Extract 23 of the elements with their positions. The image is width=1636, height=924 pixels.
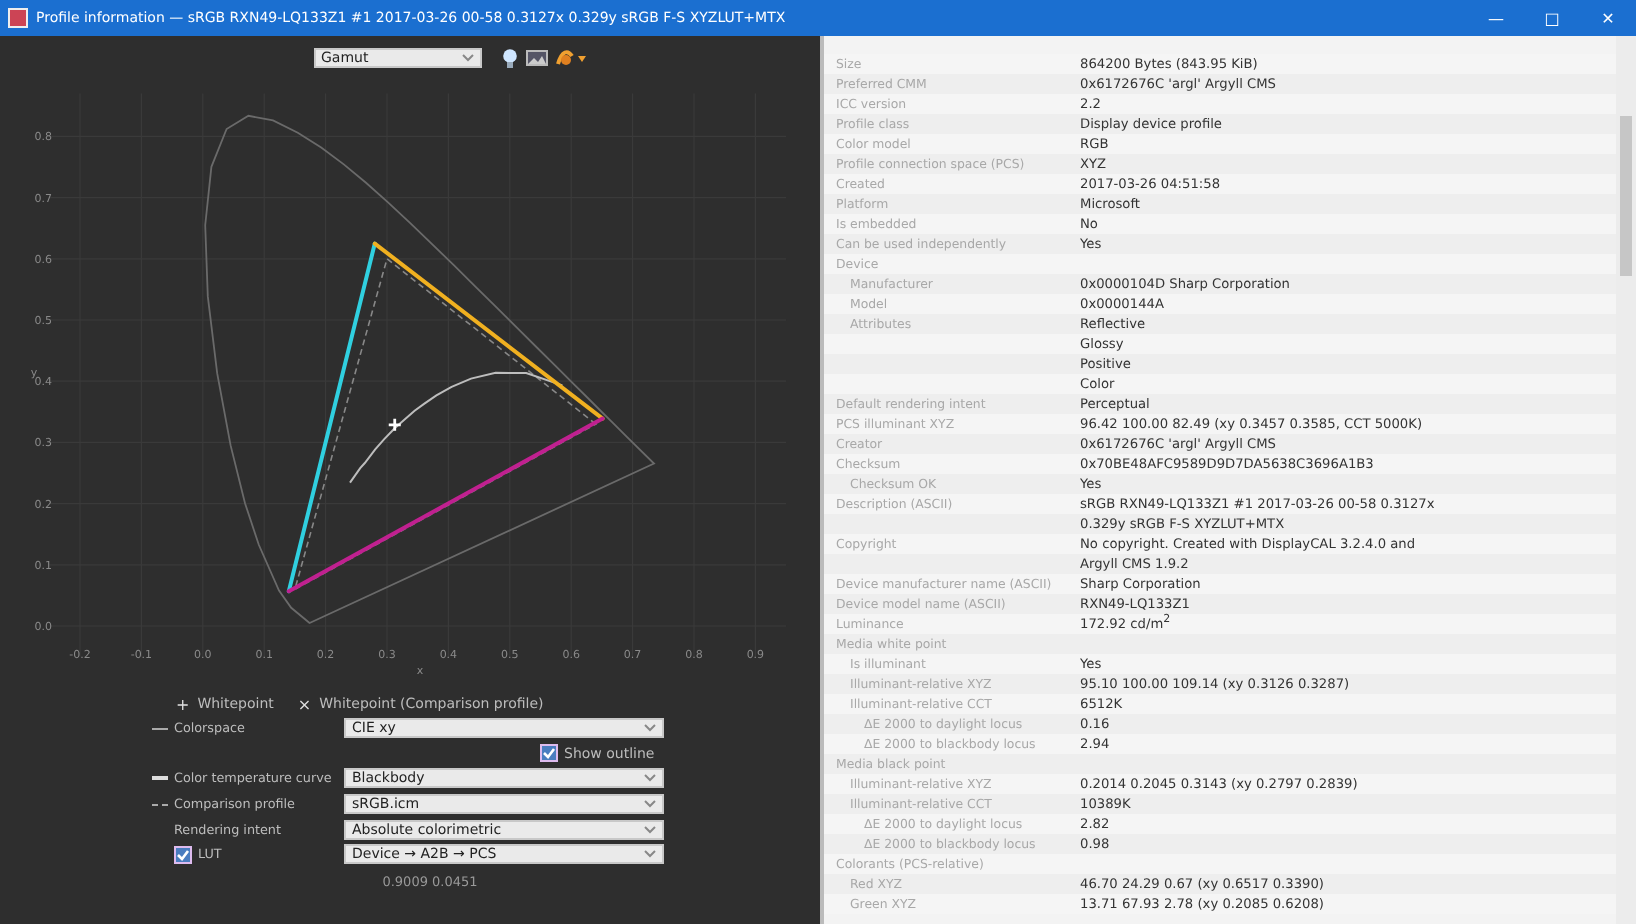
maximize-button[interactable]: □ <box>1524 9 1580 27</box>
line-style-icon <box>152 803 168 806</box>
bulb-icon[interactable] <box>501 47 517 69</box>
checkbox[interactable] <box>174 845 192 864</box>
caret-icon <box>644 724 656 733</box>
whitepoint-marker <box>387 417 403 433</box>
scrollbar-thumb[interactable] <box>1620 116 1632 276</box>
image-icon[interactable] <box>525 50 547 66</box>
scrollbar[interactable] <box>1616 36 1636 924</box>
minimize-button[interactable]: — <box>1468 9 1524 27</box>
line-style-icon <box>152 727 168 730</box>
caret-icon <box>644 825 656 834</box>
caret-icon <box>461 54 473 62</box>
line-style-icon <box>152 776 168 781</box>
caret-icon <box>644 850 656 859</box>
app-icon <box>8 8 28 28</box>
cross-icon: × <box>297 695 312 713</box>
plus-icon: + <box>176 695 190 713</box>
caret-icon <box>644 774 656 783</box>
caret-icon <box>644 800 656 809</box>
tools-menu-icon[interactable] <box>555 48 587 68</box>
checkbox[interactable] <box>540 744 558 763</box>
close-button[interactable]: ✕ <box>1580 9 1636 27</box>
